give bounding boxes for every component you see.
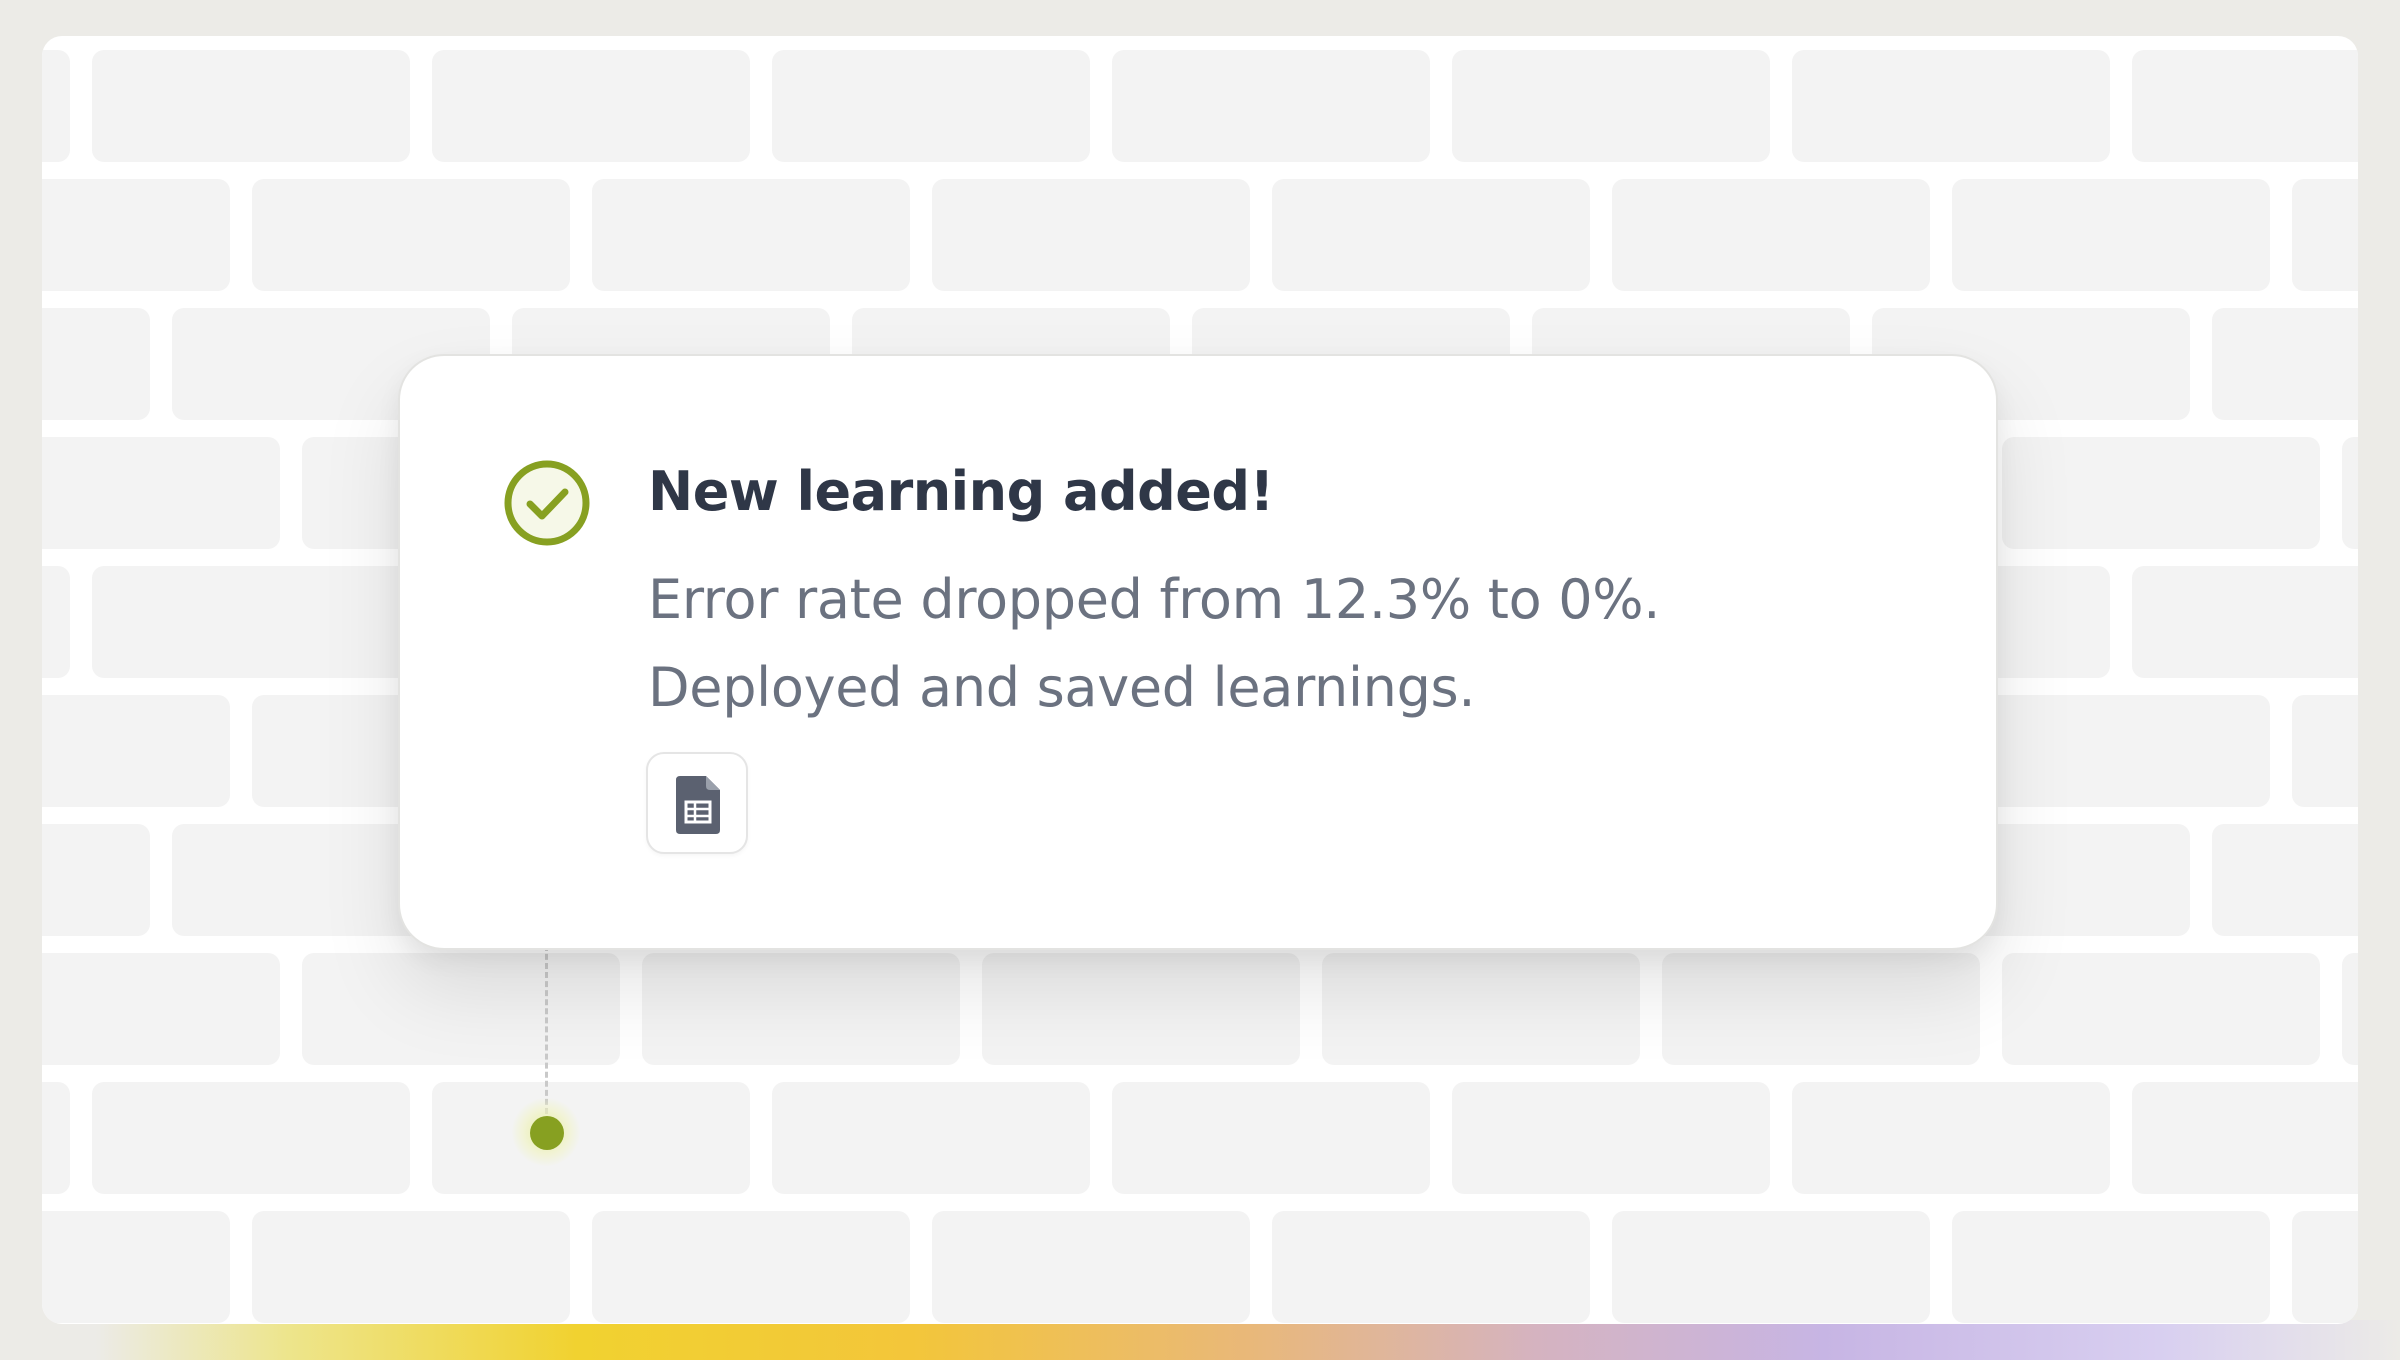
brick xyxy=(2132,50,2358,162)
brick xyxy=(42,824,150,936)
brick xyxy=(1112,1082,1430,1194)
brick xyxy=(1792,1082,2110,1194)
brick xyxy=(42,437,280,549)
bottom-gradient-bar xyxy=(0,1320,2400,1360)
brick xyxy=(432,50,750,162)
notification-card xyxy=(398,354,1998,950)
brick xyxy=(42,50,70,162)
brick xyxy=(2292,695,2358,807)
brick xyxy=(1952,695,2270,807)
notification-description-line-1: Error rate dropped from 12.3% to 0%. xyxy=(648,568,1661,631)
brick xyxy=(592,179,910,291)
spreadsheet-file-icon xyxy=(676,776,720,834)
brick xyxy=(1322,953,1640,1065)
brick xyxy=(2002,437,2320,549)
brick xyxy=(2342,953,2358,1065)
timeline-end-dot xyxy=(512,1098,580,1166)
brick xyxy=(642,953,960,1065)
brick xyxy=(2132,566,2358,678)
brick xyxy=(42,1082,70,1194)
brick xyxy=(932,179,1250,291)
brick xyxy=(92,566,410,678)
brick xyxy=(2212,308,2358,420)
brick xyxy=(1112,50,1430,162)
brick xyxy=(42,1211,230,1323)
brick xyxy=(1452,1082,1770,1194)
brick xyxy=(1272,179,1590,291)
brick xyxy=(2292,1211,2358,1323)
brick xyxy=(1792,50,2110,162)
notification-description-line-2: Deployed and saved learnings. xyxy=(648,656,1476,719)
brick xyxy=(1952,179,2270,291)
brick xyxy=(1612,1211,1930,1323)
brick xyxy=(1952,1211,2270,1323)
brick xyxy=(432,1082,750,1194)
brick xyxy=(42,179,230,291)
brick xyxy=(42,695,230,807)
brick xyxy=(2292,179,2358,291)
brick xyxy=(252,179,570,291)
brick xyxy=(42,953,280,1065)
check-circle-icon xyxy=(504,460,590,546)
brick xyxy=(982,953,1300,1065)
brick xyxy=(1272,1211,1590,1323)
brick xyxy=(252,1211,570,1323)
brick xyxy=(92,50,410,162)
timeline-end-dot-core xyxy=(530,1116,564,1150)
brick xyxy=(2002,953,2320,1065)
brick xyxy=(2212,824,2358,936)
brick xyxy=(932,1211,1250,1323)
brick xyxy=(592,1211,910,1323)
brick xyxy=(2132,1082,2358,1194)
brick xyxy=(2342,437,2358,549)
brick xyxy=(1612,179,1930,291)
brick xyxy=(772,50,1090,162)
brick xyxy=(42,308,150,420)
brick xyxy=(1452,50,1770,162)
notification-title: New learning added! xyxy=(648,460,1274,523)
brick xyxy=(302,953,620,1065)
brick xyxy=(772,1082,1090,1194)
brick xyxy=(42,566,70,678)
brick xyxy=(92,1082,410,1194)
brick xyxy=(1662,953,1980,1065)
attachment-button[interactable] xyxy=(646,752,748,854)
